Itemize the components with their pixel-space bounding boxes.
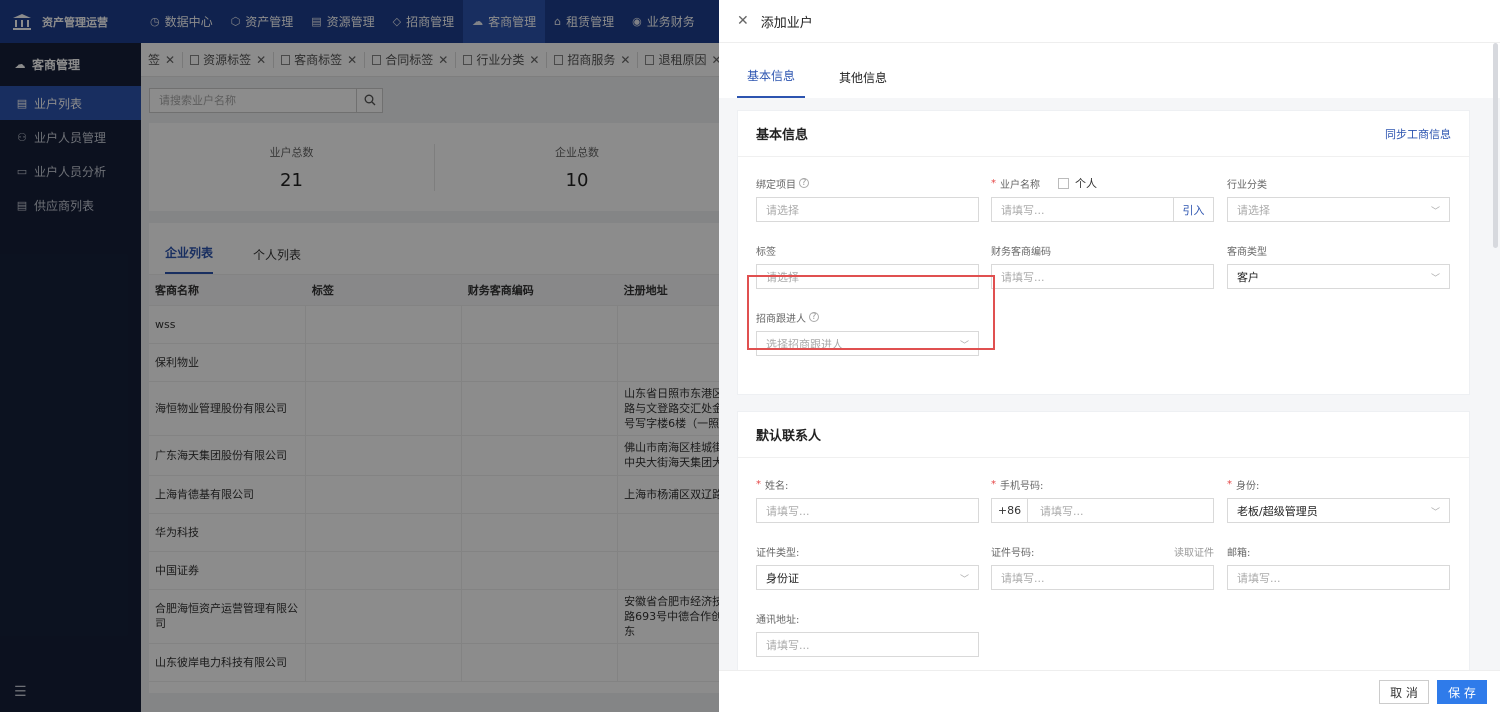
chevron-down-icon: ﹀: [1430, 207, 1440, 217]
personal-checkbox[interactable]: [1058, 177, 1069, 189]
default-contact-card: 默认联系人 * 姓名: 请填写... * 手机号码: +86 请填写... * 身份: …: [737, 411, 1470, 670]
cancel-button[interactable]: 取 消: [1379, 680, 1429, 704]
close-icon[interactable]: ✕: [737, 13, 749, 29]
field-contact-name: * 姓名: 请填写...: [756, 476, 979, 523]
help-icon[interactable]: ?: [799, 178, 809, 188]
drawer-header: ✕ 添加业户: [719, 0, 1500, 43]
chevron-down-icon: ﹀: [1430, 274, 1440, 284]
drawer-tabs: 基本信息 其他信息: [719, 43, 1500, 98]
field-email: 邮箱: 请填写...: [1227, 543, 1450, 590]
project-select[interactable]: 请选择: [756, 197, 979, 222]
address-input[interactable]: 请填写...: [756, 632, 979, 657]
drawer-body: 基本信息 其他信息 基本信息 同步工商信息 绑定项目? 请选择 * 业户名称 个人 …: [719, 43, 1500, 670]
id-number-input[interactable]: 请填写...: [991, 565, 1214, 590]
identity-select[interactable]: 老板/超级管理员 ﹀: [1227, 498, 1450, 523]
read-id-link[interactable]: 读取证件: [1174, 544, 1214, 559]
field-industry: 行业分类 请选择 ﹀: [1227, 175, 1450, 222]
contact-name-input[interactable]: 请填写...: [756, 498, 979, 523]
basic-info-card: 基本信息 同步工商信息 绑定项目? 请选择 * 业户名称 个人 请填写... 引入 行…: [737, 110, 1470, 395]
field-project: 绑定项目? 请选择: [756, 175, 979, 222]
finance-code-input[interactable]: 请填写...: [991, 264, 1214, 289]
add-tenant-drawer: ✕ 添加业户 基本信息 其他信息 基本信息 同步工商信息 绑定项目? 请选择 *…: [719, 0, 1500, 712]
drawer-footer: 取 消 保 存: [719, 670, 1500, 712]
chevron-down-icon: ﹀: [959, 575, 969, 585]
tab-basic-info[interactable]: 基本信息: [737, 67, 806, 98]
tag-field-highlight: [747, 275, 995, 350]
field-tenant-name: * 业户名称 个人 请填写... 引入: [991, 175, 1214, 222]
id-type-select[interactable]: 身份证 ﹀: [756, 565, 979, 590]
import-button[interactable]: 引入: [1173, 198, 1213, 221]
chevron-down-icon: ﹀: [1430, 508, 1440, 518]
field-phone: * 手机号码: +86 请填写...: [991, 476, 1214, 523]
default-contact-header: 默认联系人: [738, 412, 1469, 458]
field-finance-code: 财务客商编码 请填写...: [991, 242, 1214, 289]
field-id-number: 证件号码: 读取证件 请填写...: [991, 543, 1214, 590]
sync-business-info-link[interactable]: 同步工商信息: [1385, 126, 1451, 142]
tab-other-info[interactable]: 其他信息: [829, 69, 897, 98]
industry-select[interactable]: 请选择 ﹀: [1227, 197, 1450, 222]
field-merchant-type: 客商类型 客户 ﹀: [1227, 242, 1450, 289]
merchant-type-select[interactable]: 客户 ﹀: [1227, 264, 1450, 289]
basic-info-form: 绑定项目? 请选择 * 业户名称 个人 请填写... 引入 行业分类 请选择 ﹀ 标签 …: [738, 157, 1469, 356]
country-code[interactable]: +86: [992, 499, 1028, 522]
field-identity: * 身份: 老板/超级管理员 ﹀: [1227, 476, 1450, 523]
drawer-title: 添加业户: [760, 15, 813, 31]
save-button[interactable]: 保 存: [1437, 680, 1487, 704]
basic-info-header: 基本信息 同步工商信息: [738, 111, 1469, 157]
field-id-type: 证件类型: 身份证 ﹀: [756, 543, 979, 590]
phone-input[interactable]: +86 请填写...: [991, 498, 1214, 523]
tenant-name-input[interactable]: 请填写... 引入: [991, 197, 1214, 222]
drawer-scrollbar[interactable]: [1493, 43, 1498, 248]
contact-form: * 姓名: 请填写... * 手机号码: +86 请填写... * 身份: 老板/超级管…: [738, 458, 1469, 657]
modal-overlay[interactable]: [0, 0, 719, 712]
field-address: 通讯地址: 请填写...: [756, 610, 979, 657]
email-input[interactable]: 请填写...: [1227, 565, 1450, 590]
